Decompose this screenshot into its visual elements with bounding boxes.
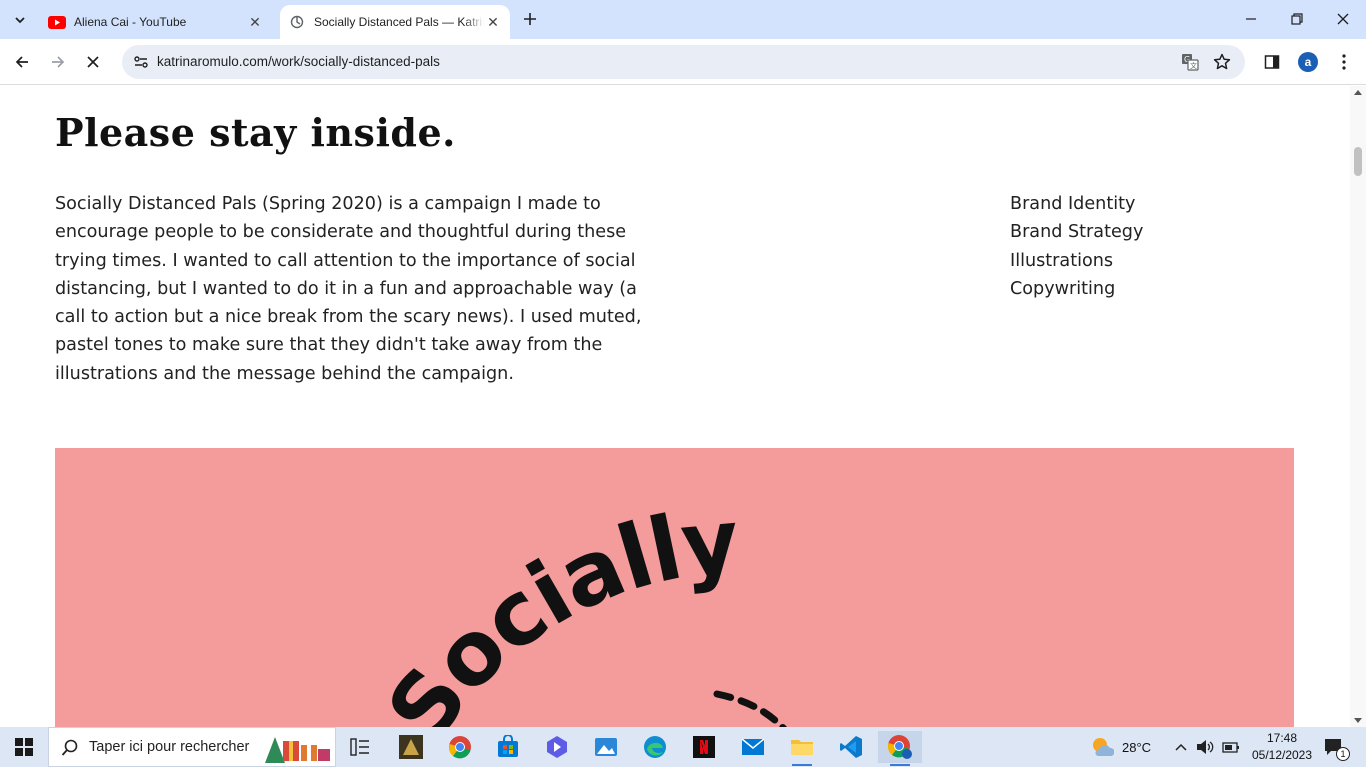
edge-icon [644, 736, 666, 758]
more-vertical-icon [1342, 54, 1346, 70]
scroll-up-arrow[interactable] [1354, 90, 1362, 95]
chrome-icon [448, 736, 471, 759]
globe-icon [288, 15, 306, 29]
taskbar-app-game[interactable] [389, 731, 433, 763]
weather-widget[interactable]: 28°C [1090, 727, 1151, 767]
volume-icon [1197, 740, 1214, 754]
scrollbar-thumb[interactable] [1354, 147, 1362, 176]
taskbar-app-file-explorer[interactable] [780, 731, 824, 766]
search-icon [61, 739, 79, 762]
vscode-icon [840, 736, 862, 758]
folder-icon [791, 740, 813, 755]
clock-date: 05/12/2023 [1251, 748, 1313, 762]
site-info-icon[interactable] [130, 51, 152, 73]
service-item: Copywriting [1010, 278, 1116, 299]
system-clock[interactable]: 17:48 05/12/2023 [1250, 730, 1314, 764]
task-view-icon [350, 738, 369, 756]
services-list: Brand Identity Brand Strategy Illustrati… [1010, 190, 1143, 303]
taskbar-app-chrome[interactable] [438, 731, 482, 763]
notification-center-button[interactable]: 1 [1324, 727, 1350, 767]
side-panel-icon [1264, 55, 1280, 69]
tab-title: Socially Distanced Pals — Katrina Romulo [314, 15, 484, 29]
taskbar-app-mail[interactable] [731, 731, 775, 763]
windows-taskbar: Taper ici pour rechercher 28°C 17:48 05/… [0, 727, 1366, 767]
taskbar-app-vscode[interactable] [829, 731, 873, 763]
page-scrollbar[interactable] [1350, 86, 1366, 727]
arrow-left-icon [15, 56, 28, 68]
arrow-right-icon [52, 56, 65, 68]
close-window-button[interactable] [1320, 0, 1366, 38]
taskbar-app-netflix[interactable] [682, 731, 726, 763]
tab-youtube[interactable]: Aliena Cai - YouTube ✕ [40, 5, 272, 39]
photos-icon [595, 738, 617, 756]
close-icon [1337, 13, 1349, 25]
translate-icon[interactable]: G文 [1179, 51, 1201, 73]
hero-artwork: Socially [367, 489, 787, 727]
back-button[interactable] [7, 47, 37, 77]
volume-button[interactable] [1196, 727, 1214, 767]
task-view-button[interactable] [338, 731, 382, 763]
show-hidden-icons[interactable] [1174, 727, 1188, 767]
scroll-down-arrow[interactable] [1354, 718, 1362, 723]
plus-icon [524, 13, 536, 25]
store-icon [498, 735, 518, 757]
minimize-icon [1246, 18, 1256, 20]
forward-button[interactable] [43, 47, 73, 77]
restore-icon [1291, 13, 1303, 25]
close-tab-icon[interactable]: ✕ [246, 13, 264, 31]
chrome-profile-icon [887, 735, 912, 759]
tab-strip: Aliena Cai - YouTube ✕ Socially Distance… [0, 0, 1366, 39]
url-text[interactable]: katrinaromulo.com/work/socially-distance… [157, 54, 440, 69]
menu-button[interactable] [1329, 47, 1359, 77]
tab-title: Aliena Cai - YouTube [74, 15, 187, 29]
page-heading: Please stay inside. [55, 110, 456, 155]
side-panel-button[interactable] [1257, 47, 1287, 77]
battery-network-icon [1222, 742, 1239, 753]
taskbar-app-chrome-active[interactable] [878, 731, 922, 766]
netflix-icon [693, 736, 715, 758]
browser-toolbar: katrinaromulo.com/work/socially-distance… [0, 39, 1366, 85]
service-item: Brand Strategy [1010, 222, 1144, 243]
chevron-up-icon [1175, 743, 1187, 751]
svg-text:Socially: Socially [367, 489, 742, 727]
page-viewport: Please stay inside. Socially Distanced P… [0, 86, 1350, 727]
hero-title: Socially [367, 489, 744, 727]
restore-button[interactable] [1274, 0, 1320, 38]
taskbar-app-shapes[interactable] [535, 731, 579, 763]
gifts-icon [263, 733, 331, 768]
tab-search-button[interactable] [6, 6, 34, 34]
notification-badge: 1 [1336, 747, 1350, 761]
clock-time: 17:48 [1266, 731, 1298, 745]
partly-sunny-icon [1093, 738, 1114, 756]
windows-logo-icon [15, 738, 33, 756]
close-icon [87, 56, 99, 68]
address-bar[interactable]: katrinaromulo.com/work/socially-distance… [122, 45, 1245, 79]
taskbar-app-photos[interactable] [584, 731, 628, 763]
youtube-icon [48, 15, 66, 29]
bookmark-star-icon[interactable] [1211, 51, 1233, 73]
close-tab-icon[interactable]: ✕ [484, 13, 502, 31]
taskbar-search-box[interactable]: Taper ici pour rechercher [48, 727, 336, 767]
service-item: Illustrations [1010, 250, 1114, 271]
game-app-icon [399, 735, 423, 759]
service-item: Brand Identity [1010, 194, 1136, 214]
new-tab-button[interactable] [517, 6, 543, 32]
chevron-down-icon [15, 17, 25, 24]
power-automate-icon [547, 736, 567, 758]
svg-text:文: 文 [1190, 61, 1197, 70]
search-placeholder: Taper ici pour rechercher [89, 739, 250, 755]
taskbar-app-edge[interactable] [633, 731, 677, 763]
weather-temp: 28°C [1122, 739, 1152, 755]
hero-image: Socially [55, 448, 1294, 727]
stop-loading-button[interactable] [78, 47, 108, 77]
tab-socially-distanced-pals[interactable]: Socially Distanced Pals — Katrina Romulo… [280, 5, 510, 39]
profile-avatar[interactable]: a [1298, 52, 1318, 72]
taskbar-app-store[interactable] [486, 731, 530, 763]
network-button[interactable] [1222, 727, 1240, 767]
start-button[interactable] [0, 727, 48, 767]
mail-icon [741, 738, 765, 755]
minimize-button[interactable] [1228, 0, 1274, 38]
project-description: Socially Distanced Pals (Spring 2020) is… [55, 194, 642, 384]
